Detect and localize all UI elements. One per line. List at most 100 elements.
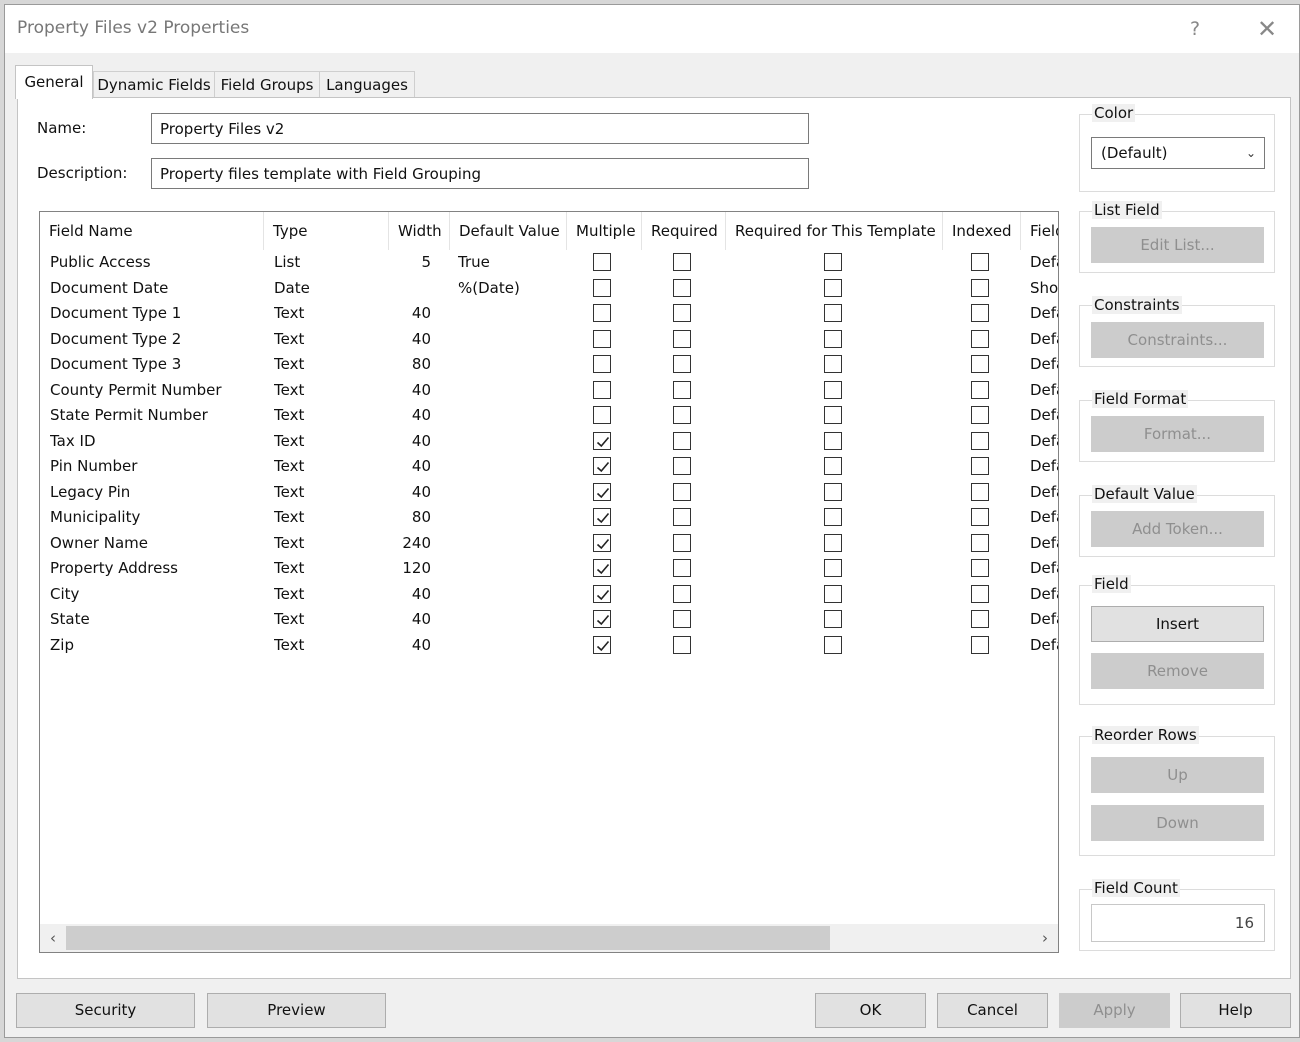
- indexed-checkbox[interactable]: [971, 355, 989, 373]
- required-checkbox[interactable]: [673, 508, 691, 526]
- multiple-checkbox[interactable]: [593, 380, 611, 399]
- table-row[interactable]: State Text 40 Default: [40, 607, 1058, 633]
- add-token-button[interactable]: Add Token...: [1091, 511, 1264, 547]
- horizontal-scrollbar[interactable]: ‹ ›: [40, 924, 1058, 952]
- required-checkbox[interactable]: [673, 278, 691, 297]
- required-for-template-checkbox[interactable]: [824, 559, 842, 577]
- color-select[interactable]: (Default) ⌄: [1091, 137, 1265, 169]
- required-checkbox[interactable]: [673, 355, 691, 373]
- format-button[interactable]: Format...: [1091, 416, 1264, 452]
- edit-list-button[interactable]: Edit List...: [1091, 227, 1264, 263]
- multiple-checkbox[interactable]: [593, 533, 611, 552]
- header-default-value[interactable]: Default Value: [450, 212, 567, 250]
- indexed-checkbox[interactable]: [971, 610, 989, 628]
- tab-general[interactable]: General: [15, 65, 93, 99]
- indexed-checkbox[interactable]: [971, 406, 989, 424]
- scroll-right-icon[interactable]: ›: [1032, 924, 1058, 952]
- multiple-checkbox[interactable]: [593, 278, 611, 297]
- table-row[interactable]: Public Access List 5 True Default: [40, 250, 1058, 276]
- tab-dynamic-fields[interactable]: Dynamic Fields: [93, 71, 215, 98]
- table-row[interactable]: Property Address Text 120 Default: [40, 556, 1058, 582]
- header-type[interactable]: Type: [264, 212, 389, 250]
- table-row[interactable]: State Permit Number Text 40 Default: [40, 403, 1058, 429]
- required-for-template-checkbox[interactable]: [824, 508, 842, 526]
- required-checkbox[interactable]: [673, 635, 691, 654]
- multiple-checkbox[interactable]: [593, 431, 611, 450]
- preview-button[interactable]: Preview: [207, 993, 386, 1028]
- required-for-template-checkbox[interactable]: [824, 278, 842, 297]
- required-for-template-checkbox[interactable]: [824, 304, 842, 322]
- required-checkbox[interactable]: [673, 380, 691, 399]
- header-width[interactable]: Width: [389, 212, 450, 250]
- table-row[interactable]: Document Type 3 Text 80 Default: [40, 352, 1058, 378]
- multiple-checkbox[interactable]: [593, 610, 611, 628]
- help-button[interactable]: Help: [1180, 993, 1291, 1028]
- indexed-checkbox[interactable]: [971, 482, 989, 501]
- indexed-checkbox[interactable]: [971, 584, 989, 603]
- required-for-template-checkbox[interactable]: [824, 533, 842, 552]
- indexed-checkbox[interactable]: [971, 380, 989, 399]
- table-row[interactable]: City Text 40 Default: [40, 582, 1058, 608]
- indexed-checkbox[interactable]: [971, 329, 989, 348]
- header-required[interactable]: Required: [642, 212, 726, 250]
- header-field-format[interactable]: Field: [1021, 212, 1058, 250]
- required-for-template-checkbox[interactable]: [824, 380, 842, 399]
- required-checkbox[interactable]: [673, 482, 691, 501]
- multiple-checkbox[interactable]: [593, 406, 611, 424]
- multiple-checkbox[interactable]: [593, 304, 611, 322]
- indexed-checkbox[interactable]: [971, 431, 989, 450]
- multiple-checkbox[interactable]: [593, 559, 611, 577]
- table-row[interactable]: Document Type 1 Text 40 Default: [40, 301, 1058, 327]
- indexed-checkbox[interactable]: [971, 559, 989, 577]
- table-row[interactable]: Legacy Pin Text 40 Default: [40, 480, 1058, 506]
- required-for-template-checkbox[interactable]: [824, 457, 842, 475]
- indexed-checkbox[interactable]: [971, 533, 989, 552]
- multiple-checkbox[interactable]: [593, 329, 611, 348]
- remove-button[interactable]: Remove: [1091, 653, 1264, 689]
- help-icon[interactable]: ?: [1175, 13, 1215, 45]
- indexed-checkbox[interactable]: [971, 278, 989, 297]
- name-field[interactable]: [151, 113, 809, 144]
- down-button[interactable]: Down: [1091, 805, 1264, 841]
- multiple-checkbox[interactable]: [593, 635, 611, 654]
- required-checkbox[interactable]: [673, 610, 691, 628]
- indexed-checkbox[interactable]: [971, 508, 989, 526]
- table-row[interactable]: Document Date Date %(Date) Short: [40, 276, 1058, 302]
- tab-languages[interactable]: Languages: [319, 71, 415, 98]
- required-for-template-checkbox[interactable]: [824, 584, 842, 603]
- table-row[interactable]: Owner Name Text 240 Default: [40, 531, 1058, 557]
- fields-table[interactable]: Field Name Type Width Default Value Multiple…: [39, 211, 1059, 953]
- multiple-checkbox[interactable]: [593, 508, 611, 526]
- required-for-template-checkbox[interactable]: [824, 355, 842, 373]
- required-checkbox[interactable]: [673, 253, 691, 271]
- indexed-checkbox[interactable]: [971, 635, 989, 654]
- multiple-checkbox[interactable]: [593, 482, 611, 501]
- required-checkbox[interactable]: [673, 457, 691, 475]
- required-checkbox[interactable]: [673, 406, 691, 424]
- header-multiple[interactable]: Multiple: [567, 212, 642, 250]
- multiple-checkbox[interactable]: [593, 355, 611, 373]
- up-button[interactable]: Up: [1091, 757, 1264, 793]
- multiple-checkbox[interactable]: [593, 584, 611, 603]
- close-icon[interactable]: ✕: [1247, 13, 1287, 45]
- constraints-button[interactable]: Constraints...: [1091, 322, 1264, 358]
- indexed-checkbox[interactable]: [971, 253, 989, 271]
- required-for-template-checkbox[interactable]: [824, 329, 842, 348]
- required-for-template-checkbox[interactable]: [824, 431, 842, 450]
- required-for-template-checkbox[interactable]: [824, 253, 842, 271]
- required-for-template-checkbox[interactable]: [824, 610, 842, 628]
- description-field[interactable]: [151, 158, 809, 189]
- header-indexed[interactable]: Indexed: [943, 212, 1021, 250]
- required-checkbox[interactable]: [673, 584, 691, 603]
- required-checkbox[interactable]: [673, 533, 691, 552]
- scrollbar-thumb[interactable]: [66, 926, 830, 950]
- security-button[interactable]: Security: [16, 993, 195, 1028]
- indexed-checkbox[interactable]: [971, 304, 989, 322]
- table-row[interactable]: Tax ID Text 40 Default: [40, 429, 1058, 455]
- ok-button[interactable]: OK: [815, 993, 926, 1028]
- header-required-for-template[interactable]: Required for This Template: [726, 212, 943, 250]
- table-row[interactable]: Document Type 2 Text 40 Default: [40, 327, 1058, 353]
- table-row[interactable]: Pin Number Text 40 Default: [40, 454, 1058, 480]
- multiple-checkbox[interactable]: [593, 253, 611, 271]
- required-for-template-checkbox[interactable]: [824, 406, 842, 424]
